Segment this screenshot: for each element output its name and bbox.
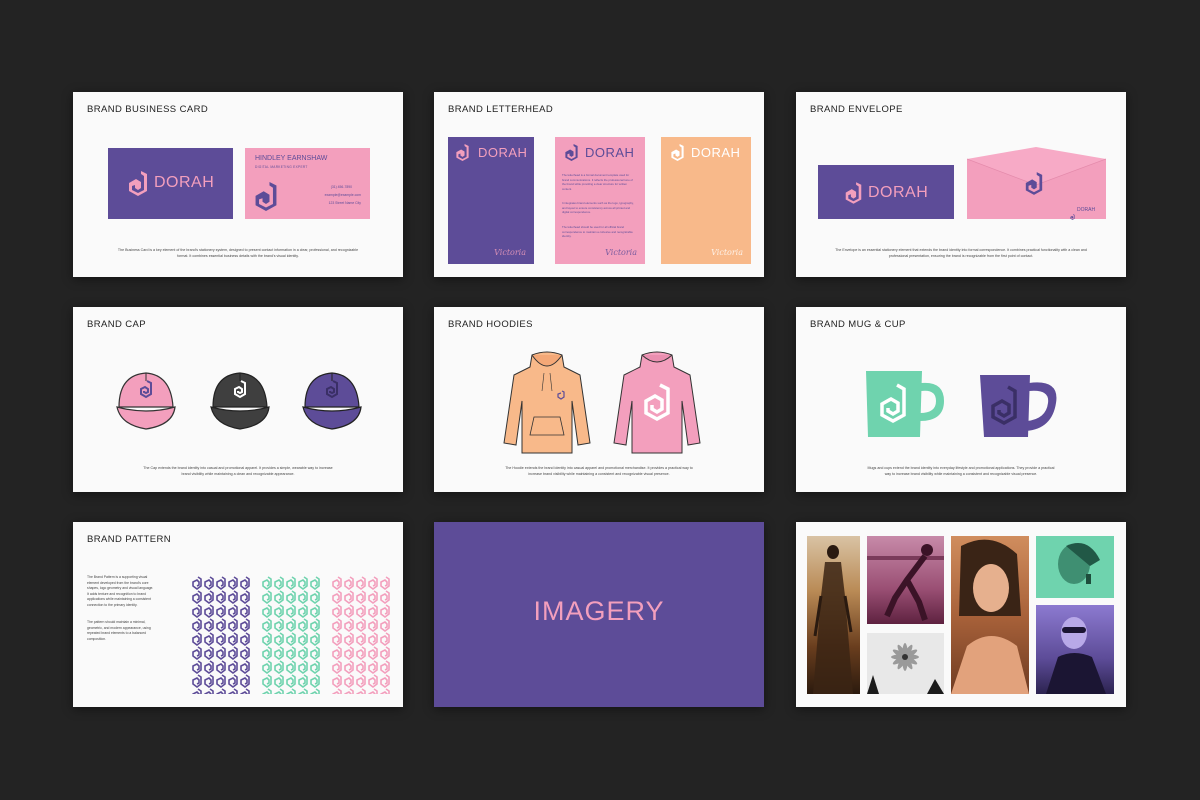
signature: Victoria xyxy=(711,248,743,257)
signature: Victoria xyxy=(605,248,637,257)
imagery-heading: IMAGERY xyxy=(533,596,665,626)
slide-description: Mugs and cups extend the brand identity … xyxy=(867,466,1055,476)
brand-wordmark: DORAH xyxy=(585,145,635,160)
slide-title: BRAND PATTERN xyxy=(87,534,172,545)
slide-letterhead[interactable]: BRAND LETTERHEAD DORAH Victoria DORAH Th… xyxy=(434,92,764,277)
cap-purple xyxy=(302,372,362,430)
brand-logo-icon xyxy=(1070,207,1075,225)
slide-title: BRAND CAP xyxy=(87,319,147,330)
business-card-front: DORAH xyxy=(108,148,233,219)
pattern-mint xyxy=(261,576,321,694)
mug-purple xyxy=(980,375,1057,437)
cap-dark xyxy=(210,372,270,430)
brand-wordmark: DORAH xyxy=(154,174,215,191)
street-address: 123 Street Name City xyxy=(328,201,361,205)
envelope-back: DORAH xyxy=(966,147,1107,220)
slide-title: BRAND MUG & CUP xyxy=(810,319,906,330)
slide-title: BRAND HOODIES xyxy=(448,319,533,330)
brand-logo-icon xyxy=(253,182,279,216)
phone-number: (31) 456-7890 xyxy=(330,185,352,189)
slide-imagery-photos[interactable] xyxy=(796,522,1126,707)
person-name: HINDLEY EARNSHAW xyxy=(255,155,328,162)
photo-woman-sunglasses xyxy=(1036,605,1114,694)
slide-hoodies[interactable]: BRAND HOODIES The Hoodie extends the bra… xyxy=(434,307,764,492)
brand-logo-icon xyxy=(1024,172,1044,200)
slide-business-card[interactable]: BRAND BUSINESS CARD DORAH HINDLEY EARNSH… xyxy=(73,92,403,277)
brand-wordmark: DORAH xyxy=(478,145,528,160)
person-role: DIGITAL MARKETING EXPERT xyxy=(255,165,308,169)
pattern-description-p2: The pattern should maintain a minimal, g… xyxy=(87,620,151,641)
brand-logo-icon xyxy=(670,144,685,166)
slide-cap[interactable]: BRAND CAP The Cap extends the brand iden… xyxy=(73,307,403,492)
brand-wordmark: DORAH xyxy=(1077,207,1096,213)
pattern-purple xyxy=(191,576,251,694)
slide-description: The Business Card is a key element of th… xyxy=(117,248,359,258)
pattern-pink xyxy=(331,576,391,694)
slide-envelope[interactable]: BRAND ENVELOPE DORAH DORAH The Envelope … xyxy=(796,92,1126,277)
cap-pink xyxy=(116,372,176,430)
hoodie-pink xyxy=(613,351,701,454)
slide-imagery-title[interactable]: IMAGERY xyxy=(434,522,764,707)
brand-logo-icon xyxy=(455,144,470,166)
slide-mug[interactable]: BRAND MUG & CUP Mugs and cups extend the… xyxy=(796,307,1126,492)
signature: Victoria xyxy=(494,248,526,257)
slide-title: BRAND LETTERHEAD xyxy=(448,104,554,115)
slide-title: BRAND BUSINESS CARD xyxy=(87,104,209,115)
letterhead-purple: DORAH Victoria xyxy=(448,137,534,264)
brand-logo-icon xyxy=(564,144,579,166)
photo-woman-portrait xyxy=(951,536,1029,694)
brand-wordmark: DORAH xyxy=(691,145,741,160)
photo-woman-mint xyxy=(1036,536,1114,598)
mug-mint xyxy=(866,371,944,437)
letter-body-p1: The letterhead is a formal document temp… xyxy=(562,173,633,191)
email-address: example@example.com xyxy=(324,193,361,197)
letter-body-p2: It integrates brand elements such as the… xyxy=(562,201,634,214)
photo-woman-dress xyxy=(807,536,860,694)
slide-title: BRAND ENVELOPE xyxy=(810,104,903,115)
photo-flower xyxy=(867,633,944,694)
brand-logo-icon xyxy=(127,171,149,196)
pattern-description-p1: The Brand Pattern is a supporting visual… xyxy=(87,575,154,607)
hoodie-peach xyxy=(503,351,591,454)
business-card-back: HINDLEY EARNSHAW DIGITAL MARKETING EXPER… xyxy=(245,148,370,219)
envelope-front: DORAH xyxy=(818,165,954,219)
letterhead-pink: DORAH The letterhead is a formal documen… xyxy=(555,137,645,264)
slide-description: The Hoodie extends the brand identity in… xyxy=(505,466,693,476)
brand-logo-icon xyxy=(844,182,863,209)
slide-description: The Cap extends the brand identity into … xyxy=(143,466,333,476)
slide-description: The Envelope is an essential stationery … xyxy=(835,248,1087,258)
slide-pattern[interactable]: BRAND PATTERN The Brand Pattern is a sup… xyxy=(73,522,403,707)
brand-wordmark: DORAH xyxy=(868,184,929,201)
letterhead-peach: DORAH Victoria xyxy=(661,137,751,264)
photo-man-skateboard xyxy=(867,536,944,624)
letter-body-p3: The letterhead should be used for all of… xyxy=(562,225,633,238)
